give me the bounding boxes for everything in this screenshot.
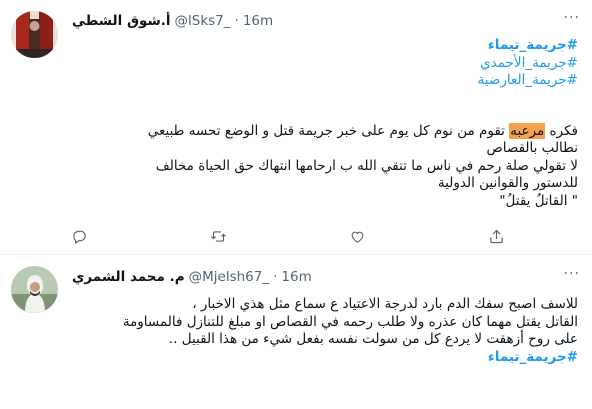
text-line: " القاتلُ يقتلُ" bbox=[499, 192, 578, 209]
display-name[interactable]: م. محمد الشمري bbox=[72, 269, 185, 285]
hashtag-link[interactable]: #جريمة_تيماء bbox=[72, 37, 578, 55]
text-line: القاتل يقتل مهما كان عذره ولا طلب رحمه ف… bbox=[122, 313, 578, 330]
timestamp[interactable]: 16m bbox=[281, 269, 311, 285]
tweet[interactable]: م. محمد الشمري @Mjelsh67_ · 16m ··· للاس… bbox=[0, 256, 592, 409]
text-line: لا تقولي صلة رحم في ناس ما تتقي الله ب ا… bbox=[155, 157, 578, 174]
hashtag-link[interactable]: #جريمة_الأحمدي bbox=[72, 55, 578, 73]
separator: · bbox=[234, 13, 239, 29]
tweet-header: أ.شوق الشطي @lSks7_ · 16m bbox=[72, 10, 273, 32]
share-icon[interactable] bbox=[486, 226, 508, 246]
tweet-actions bbox=[68, 226, 508, 246]
tweet-text: للاسف اصبح سفك الدم بارد لدرجة الاعتياد … bbox=[72, 296, 578, 366]
tweet-text: #جريمة_تيماء #جريمة_الأحمدي #جريمة_العار… bbox=[72, 37, 578, 210]
hashtag-link[interactable]: #جريمة_العارضية bbox=[72, 72, 578, 90]
tweet[interactable]: أ.شوق الشطي @lSks7_ · 16m ··· #جريمة_تيم… bbox=[0, 0, 592, 255]
text-fragment: فكره bbox=[545, 122, 578, 139]
text-line: على روح أزهقت لا يردع كل من سولت نفسه بف… bbox=[168, 331, 578, 347]
text-line: فكره مرعبه تقوم من نوم كل يوم على خبر جر… bbox=[72, 122, 578, 141]
avatar[interactable] bbox=[11, 11, 58, 58]
highlighted-word: مرعبه bbox=[509, 122, 546, 139]
retweet-icon[interactable] bbox=[207, 226, 229, 246]
timestamp[interactable]: 16m bbox=[243, 13, 273, 29]
text-line: للاسف اصبح سفك الدم بارد لدرجة الاعتياد … bbox=[192, 296, 578, 312]
text-line: للدستور والقوانين الدولية bbox=[437, 175, 578, 191]
user-handle[interactable]: @lSks7_ bbox=[175, 13, 231, 29]
text-line: نطالب بالقصاص bbox=[486, 140, 578, 156]
like-icon[interactable] bbox=[347, 226, 369, 246]
more-options-icon[interactable]: ··· bbox=[564, 266, 580, 282]
avatar[interactable] bbox=[11, 266, 58, 313]
display-name[interactable]: أ.شوق الشطي bbox=[72, 13, 171, 29]
separator: · bbox=[273, 269, 278, 285]
text-fragment: تقوم من نوم كل يوم على خبر جريمة قتل و ا… bbox=[147, 122, 510, 139]
tweet-header: م. محمد الشمري @Mjelsh67_ · 16m bbox=[72, 266, 312, 288]
user-handle[interactable]: @Mjelsh67_ bbox=[189, 269, 269, 285]
reply-icon[interactable] bbox=[68, 226, 90, 246]
more-options-icon[interactable]: ··· bbox=[564, 10, 580, 26]
hashtag-link[interactable]: #جريمة_تيماء bbox=[72, 349, 578, 367]
